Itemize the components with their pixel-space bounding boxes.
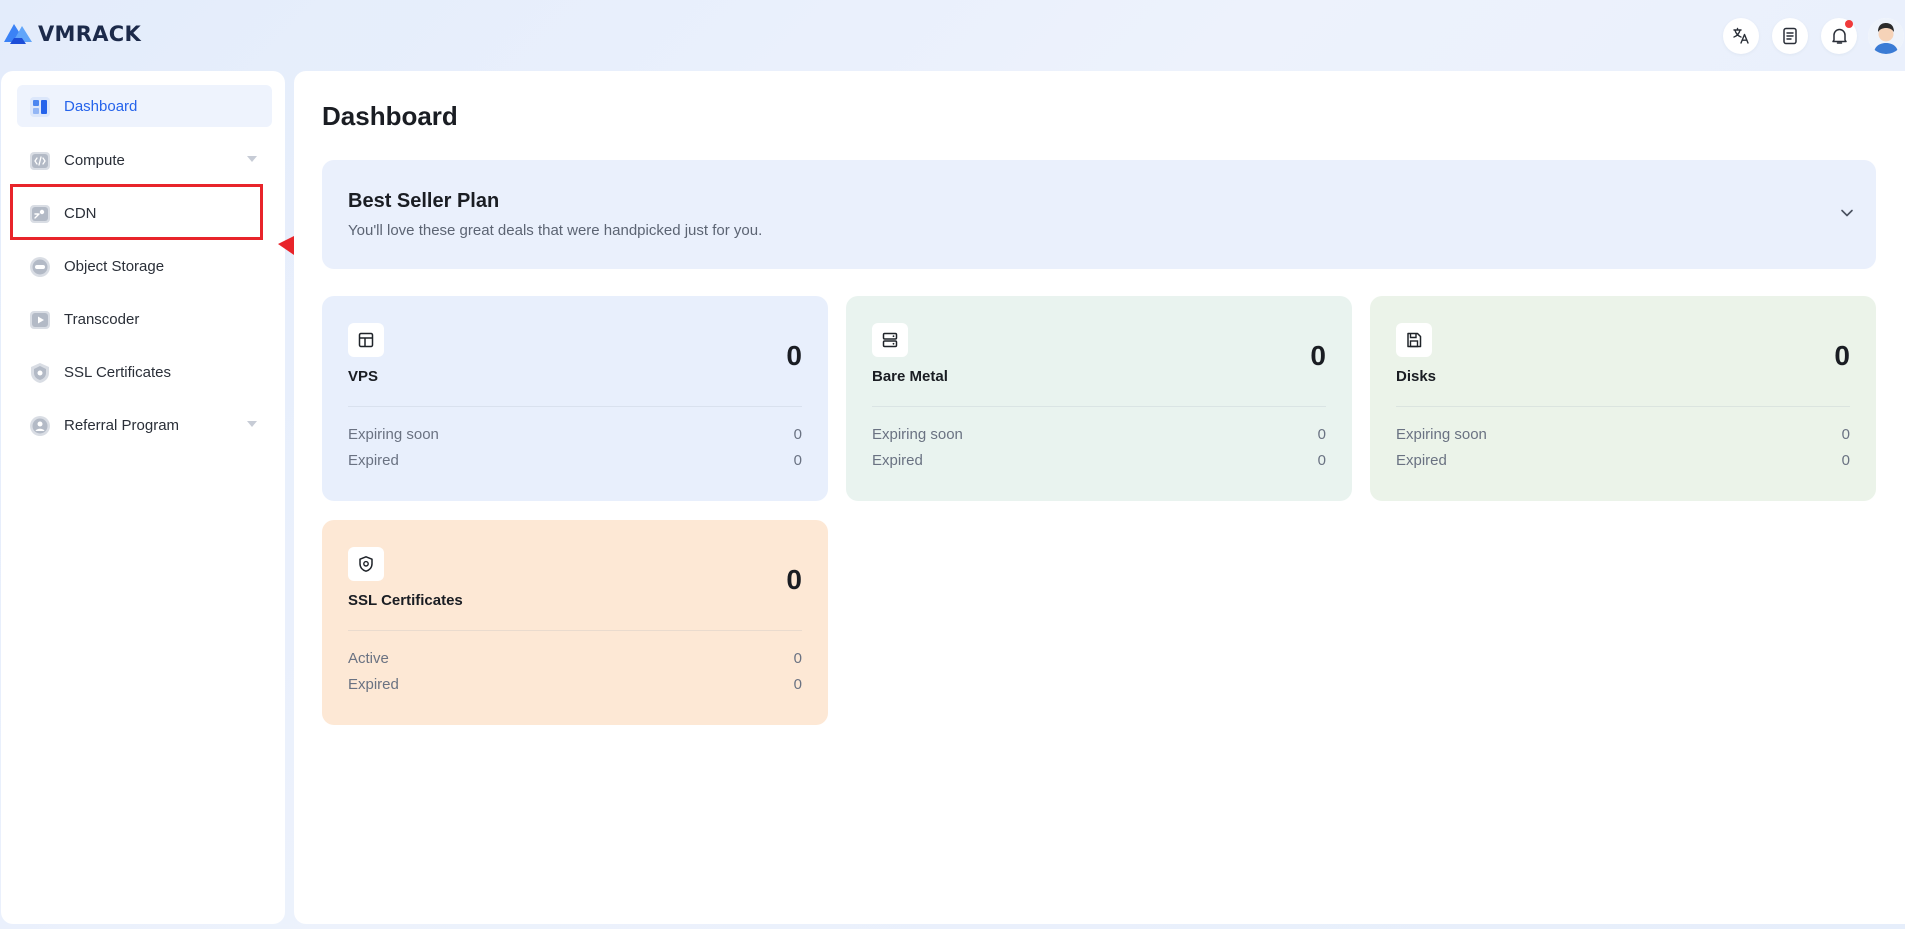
- card-row: Expired 0: [348, 452, 802, 469]
- transcoder-icon: [30, 311, 50, 329]
- card-row: Expiring soon 0: [1396, 426, 1850, 443]
- chevron-down-icon: [247, 156, 257, 162]
- object-storage-icon: [30, 257, 50, 277]
- card-count: 0: [786, 564, 802, 595]
- row-label: Expired: [1396, 452, 1447, 469]
- row-value: 0: [793, 452, 802, 469]
- row-value: 0: [1841, 426, 1850, 443]
- ssl-certificates-icon: [31, 363, 49, 383]
- card-title: VPS: [348, 368, 379, 385]
- avatar-icon: [1868, 18, 1904, 54]
- compute-icon: [30, 152, 50, 170]
- disks-card[interactable]: Disks 0 Expiring soon 0 Expired 0: [1370, 296, 1876, 501]
- divider: [348, 406, 802, 407]
- row-value: 0: [1317, 452, 1326, 469]
- card-title: SSL Certificates: [348, 592, 463, 609]
- sidebar-item-referral-program[interactable]: Referral Program: [17, 404, 272, 446]
- sidebar-item-label: SSL Certificates: [64, 363, 171, 381]
- row-value: 0: [1841, 452, 1850, 469]
- sidebar-item-compute[interactable]: Compute: [17, 139, 272, 181]
- bell-icon: [1831, 28, 1847, 44]
- row-label: Active: [348, 650, 389, 667]
- sidebar-item-label: Compute: [64, 151, 125, 169]
- document-icon: [1783, 27, 1797, 45]
- card-row: Expired 0: [1396, 452, 1850, 469]
- card-row: Expiring soon 0: [872, 426, 1326, 443]
- row-label: Expired: [348, 676, 399, 693]
- notifications-button[interactable]: [1821, 18, 1857, 54]
- card-count: 0: [786, 340, 802, 371]
- divider: [872, 406, 1326, 407]
- user-avatar[interactable]: [1868, 18, 1904, 54]
- page-title: Dashboard: [322, 101, 458, 131]
- row-value: 0: [793, 650, 802, 667]
- card-row: Expiring soon 0: [348, 426, 802, 443]
- card-row: Expired 0: [872, 452, 1326, 469]
- vps-card[interactable]: VPS 0 Expiring soon 0 Expired 0: [322, 296, 828, 501]
- translate-icon: [1733, 27, 1749, 44]
- row-label: Expiring soon: [872, 426, 963, 443]
- chevron-down-icon: [247, 421, 257, 427]
- card-count: 0: [1310, 340, 1326, 371]
- sidebar-item-object-storage[interactable]: Object Storage: [17, 245, 272, 287]
- main-content: Dashboard Best Seller Plan You'll love t…: [294, 71, 1905, 924]
- sidebar-item-label: Dashboard: [64, 97, 138, 115]
- card-title: Bare Metal: [872, 368, 948, 385]
- chevron-down-icon[interactable]: [1840, 208, 1854, 218]
- card-row: Expired 0: [348, 676, 802, 693]
- sidebar-item-label: Object Storage: [64, 257, 165, 275]
- logo-icon: [4, 24, 32, 44]
- notification-dot: [1845, 20, 1853, 28]
- best-seller-plan-banner[interactable]: Best Seller Plan You'll love these great…: [322, 160, 1876, 269]
- logo-text: VMRACK: [38, 22, 142, 46]
- row-value: 0: [793, 426, 802, 443]
- card-row: Active 0: [348, 650, 802, 667]
- referral-icon: [30, 416, 50, 436]
- card-title: Disks: [1396, 368, 1437, 385]
- disk-icon: [1396, 323, 1432, 357]
- plan-subtitle: You'll love these great deals that were …: [348, 222, 763, 239]
- sidebar-item-ssl-certificates[interactable]: SSL Certificates: [17, 351, 272, 393]
- row-label: Expiring soon: [1396, 426, 1487, 443]
- sidebar-item-dashboard[interactable]: Dashboard: [17, 85, 272, 127]
- ssl-certificates-card[interactable]: SSL Certificates 0 Active 0 Expired 0: [322, 520, 828, 725]
- bare-metal-card[interactable]: Bare Metal 0 Expiring soon 0 Expired 0: [846, 296, 1352, 501]
- sidebar-item-transcoder[interactable]: Transcoder: [17, 298, 272, 340]
- sidebar-item-label: Referral Program: [64, 416, 180, 434]
- dashboard-icon: [30, 97, 50, 117]
- card-count: 0: [1834, 340, 1850, 371]
- divider: [348, 630, 802, 631]
- server-icon: [872, 323, 908, 357]
- row-value: 0: [793, 676, 802, 693]
- top-header: VMRACK: [0, 0, 1905, 70]
- vmrack-logo[interactable]: VMRACK: [2, 20, 141, 48]
- divider: [1396, 406, 1850, 407]
- vps-icon: [348, 323, 384, 357]
- translate-button[interactable]: [1723, 18, 1759, 54]
- highlight-box: [10, 184, 263, 240]
- shield-icon: [348, 547, 384, 581]
- sidebar-item-label: Transcoder: [64, 310, 140, 328]
- row-label: Expired: [348, 452, 399, 469]
- row-label: Expiring soon: [348, 426, 439, 443]
- row-value: 0: [1317, 426, 1326, 443]
- plan-title: Best Seller Plan: [348, 190, 500, 212]
- document-button[interactable]: [1772, 18, 1808, 54]
- row-label: Expired: [872, 452, 923, 469]
